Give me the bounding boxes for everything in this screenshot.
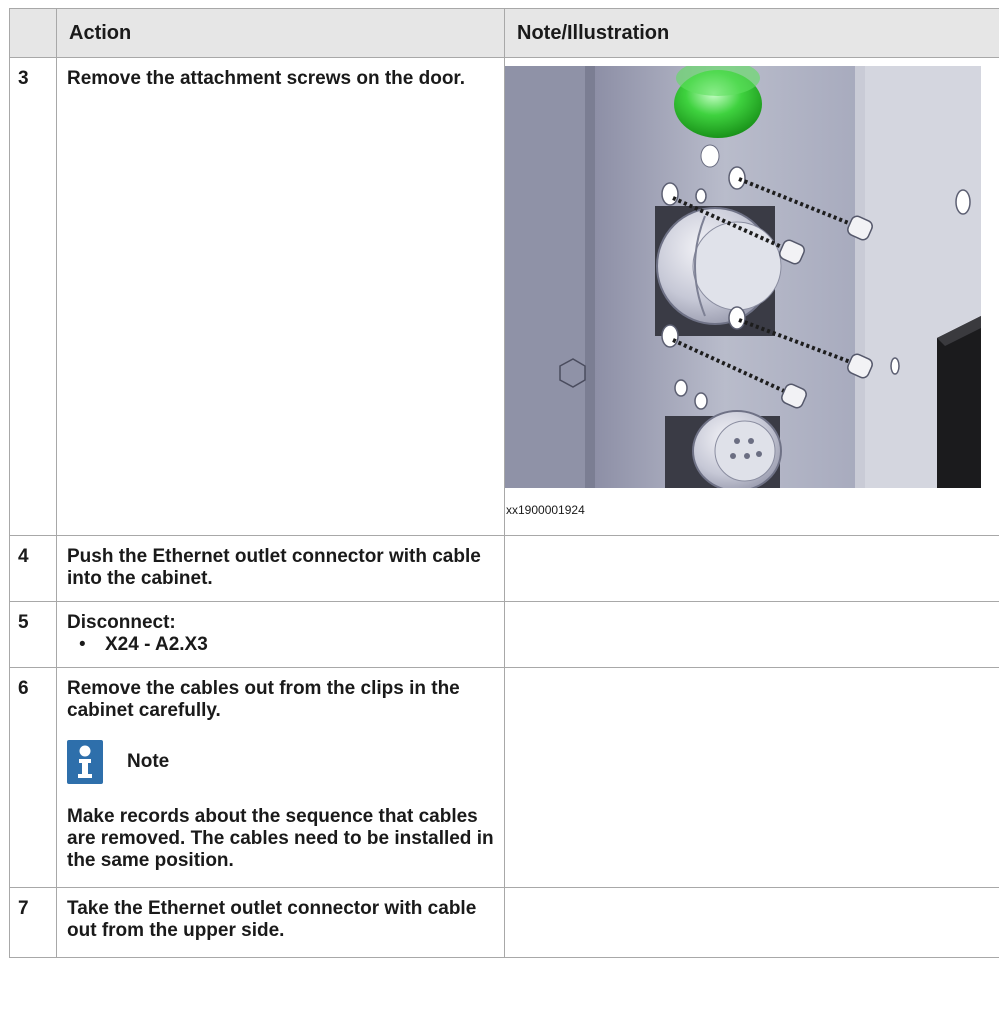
step-number: 4	[9, 535, 57, 602]
action-cell: Take the Ethernet outlet connector with …	[56, 887, 505, 958]
table-header-row: Action Note/Illustration	[9, 8, 999, 58]
door-screws-illustration	[505, 60, 981, 492]
bullet-item: X24 - A2.X3	[79, 634, 494, 656]
action-cell: Remove the attachment screws on the door…	[56, 57, 505, 536]
action-cell: Push the Ethernet outlet connector with …	[56, 535, 505, 602]
table-row: 5 Disconnect: X24 - A2.X3	[9, 601, 999, 668]
note-label: Note	[127, 751, 170, 772]
action-cell: Remove the cables out from the clips in …	[56, 667, 505, 888]
bullet-list: X24 - A2.X3	[67, 634, 494, 656]
step-number: 5	[9, 601, 57, 668]
step-number: 7	[9, 887, 57, 958]
table-row: 7 Take the Ethernet outlet connector wit…	[9, 887, 999, 958]
note-text: Make records about the sequence that cab…	[67, 806, 494, 871]
note-cell	[504, 535, 999, 602]
header-note: Note/Illustration	[504, 8, 999, 58]
header-step	[9, 8, 57, 58]
step-number: 3	[9, 57, 57, 536]
figure-caption: xx1900001924	[506, 503, 585, 517]
procedure-table: Action Note/Illustration 3 Remove the at…	[9, 8, 999, 958]
action-cell: Disconnect: X24 - A2.X3	[56, 601, 505, 668]
action-text: Disconnect:	[67, 612, 176, 633]
table-row: 4 Push the Ethernet outlet connector wit…	[9, 535, 999, 602]
note-cell	[504, 601, 999, 668]
step-number: 6	[9, 667, 57, 888]
info-icon	[67, 740, 103, 784]
note-cell	[504, 667, 999, 888]
table-row: 3 Remove the attachment screws on the do…	[9, 57, 999, 536]
illustration-cell: xx1900001924	[504, 57, 999, 536]
note-callout: Note	[67, 740, 494, 784]
note-cell	[504, 887, 999, 958]
table-row: 6 Remove the cables out from the clips i…	[9, 667, 999, 888]
header-action: Action	[56, 8, 505, 58]
action-text: Remove the cables out from the clips in …	[67, 678, 460, 721]
